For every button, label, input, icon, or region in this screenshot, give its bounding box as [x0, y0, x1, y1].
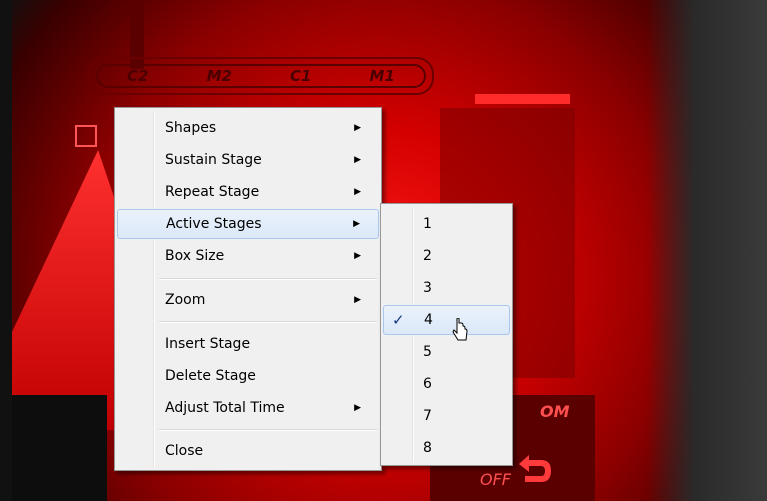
mode-selector: C2 M2 C1 M1 — [88, 57, 434, 95]
submenu-arrow-icon: ▶ — [354, 155, 361, 165]
menu-item-zoom[interactable]: Zoom ▶ — [117, 285, 379, 315]
mode-button-m1[interactable]: M1 — [370, 67, 395, 85]
submenu-item-4[interactable]: ✓ 4 — [383, 305, 510, 335]
submenu-item-3[interactable]: 3 — [383, 273, 510, 303]
menu-item-sustain-stage[interactable]: Sustain Stage ▶ — [117, 145, 379, 175]
menu-item-shapes[interactable]: Shapes ▶ — [117, 113, 379, 143]
menu-item-label: Box Size — [165, 248, 225, 264]
context-menu: Shapes ▶ Sustain Stage ▶ Repeat Stage ▶ … — [114, 107, 382, 471]
active-stages-submenu: 1 2 3 ✓ 4 5 6 7 8 — [380, 203, 513, 466]
submenu-item-6[interactable]: 6 — [383, 369, 510, 399]
menu-item-close[interactable]: Close — [117, 436, 379, 466]
submenu-arrow-icon: ▶ — [354, 187, 361, 197]
mouse-pointer-icon — [452, 318, 468, 341]
submenu-item-5[interactable]: 5 — [383, 337, 510, 367]
submenu-arrow-icon: ▶ — [353, 219, 360, 229]
mode-button-c2[interactable]: C2 — [127, 67, 148, 85]
level-meter — [475, 94, 570, 104]
submenu-item-2[interactable]: 2 — [383, 241, 510, 271]
menu-item-active-stages[interactable]: Active Stages ▶ — [117, 209, 379, 239]
submenu-arrow-icon: ▶ — [354, 295, 361, 305]
menu-item-label: Close — [165, 443, 204, 459]
submenu-item-label: 5 — [423, 344, 432, 360]
menu-item-label: Shapes — [165, 120, 217, 136]
submenu-arrow-icon: ▶ — [354, 123, 361, 133]
off-toggle[interactable]: OFF — [480, 470, 511, 489]
bottom-left-panel — [12, 395, 107, 501]
menu-item-delete-stage[interactable]: Delete Stage — [117, 361, 379, 391]
menu-item-label: Delete Stage — [165, 368, 256, 384]
submenu-item-1[interactable]: 1 — [383, 209, 510, 239]
menu-item-label: Repeat Stage — [165, 184, 260, 200]
menu-item-label: Adjust Total Time — [165, 400, 285, 416]
menu-item-label: Sustain Stage — [165, 152, 262, 168]
menu-item-label: Zoom — [165, 292, 206, 308]
submenu-arrow-icon: ▶ — [354, 403, 361, 413]
menu-separator — [159, 321, 377, 323]
mode-button-c1[interactable]: C1 — [290, 67, 311, 85]
menu-separator — [159, 429, 377, 431]
submenu-item-label: 1 — [423, 216, 432, 232]
submenu-item-label: 8 — [423, 440, 432, 456]
submenu-item-label: 7 — [423, 408, 432, 424]
mode-button-m2[interactable]: M2 — [207, 67, 232, 85]
submenu-item-8[interactable]: 8 — [383, 433, 510, 463]
undo-arrow-icon[interactable] — [515, 452, 555, 492]
menu-item-insert-stage[interactable]: Insert Stage — [117, 329, 379, 359]
menu-item-box-size[interactable]: Box Size ▶ — [117, 241, 379, 271]
submenu-item-label: 4 — [424, 312, 433, 328]
envelope-node-handle[interactable] — [75, 125, 97, 147]
menu-item-label: Insert Stage — [165, 336, 251, 352]
submenu-item-label: 3 — [423, 280, 432, 296]
om-label: OM — [540, 402, 570, 421]
left-bezel — [0, 0, 12, 501]
menu-item-label: Active Stages — [166, 216, 262, 232]
submenu-item-7[interactable]: 7 — [383, 401, 510, 431]
checkmark-icon: ✓ — [392, 311, 405, 329]
menu-item-repeat-stage[interactable]: Repeat Stage ▶ — [117, 177, 379, 207]
submenu-arrow-icon: ▶ — [354, 251, 361, 261]
menu-item-adjust-total-time[interactable]: Adjust Total Time ▶ — [117, 393, 379, 423]
submenu-item-label: 2 — [423, 248, 432, 264]
menu-separator — [159, 278, 377, 280]
submenu-item-label: 6 — [423, 376, 432, 392]
right-bezel — [647, 0, 767, 501]
